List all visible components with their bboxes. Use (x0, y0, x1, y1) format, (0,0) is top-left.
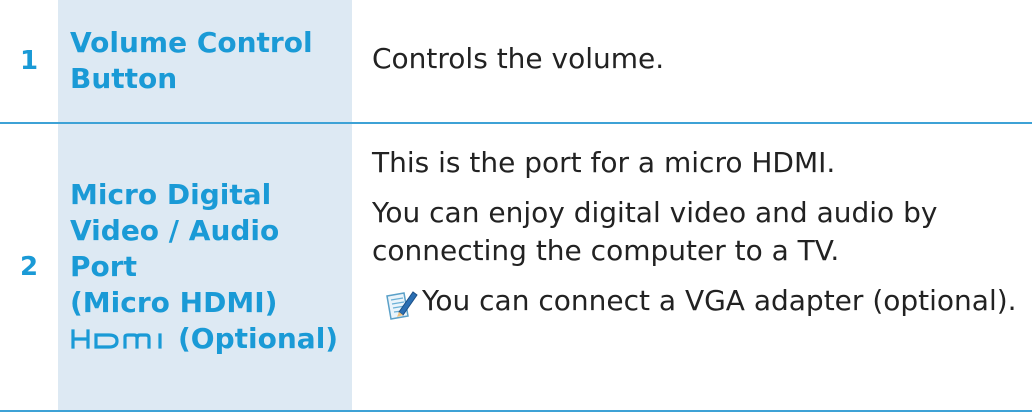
row-title-cell: Volume Control Button (58, 0, 352, 122)
description-paragraph: This is the port for a micro HDMI. (372, 146, 836, 179)
table-row: 1 Volume Control Button Controls the vol… (0, 0, 1032, 122)
description-paragraph: You can enjoy digital video and audio by… (372, 196, 938, 267)
description-text: Controls the volume. (372, 41, 665, 75)
row-divider (0, 410, 1032, 412)
title-line: (Micro HDMI) (70, 286, 278, 319)
hdmi-optional-label: (Optional) (178, 322, 339, 355)
row-title: Volume Control Button (70, 25, 313, 97)
title-line: Micro Digital (70, 178, 272, 211)
title-hdmi-line: (Optional) (70, 321, 352, 357)
title-line: Button (70, 62, 178, 95)
note: You can connect a VGA adapter (optional)… (372, 282, 1032, 320)
row-description: This is the port for a micro HDMI. You c… (372, 124, 1032, 410)
title-line: Volume Control (70, 26, 313, 59)
row-title: Micro Digital Video / Audio Port (Micro … (70, 177, 352, 357)
row-number: 1 (19, 46, 39, 76)
spec-table: 1 Volume Control Button Controls the vol… (0, 0, 1032, 414)
row-description: Controls the volume. (372, 0, 1032, 122)
hdmi-logo-icon (71, 329, 162, 349)
row-title-cell: Micro Digital Video / Audio Port (Micro … (58, 124, 352, 410)
row-number: 2 (19, 252, 39, 282)
table-row: 2 Micro Digital Video / Audio Port (Micr… (0, 124, 1032, 410)
note-text: You can connect a VGA adapter (optional)… (422, 284, 1017, 317)
title-line: Video / Audio Port (70, 214, 280, 283)
note-pencil-icon (386, 291, 418, 320)
